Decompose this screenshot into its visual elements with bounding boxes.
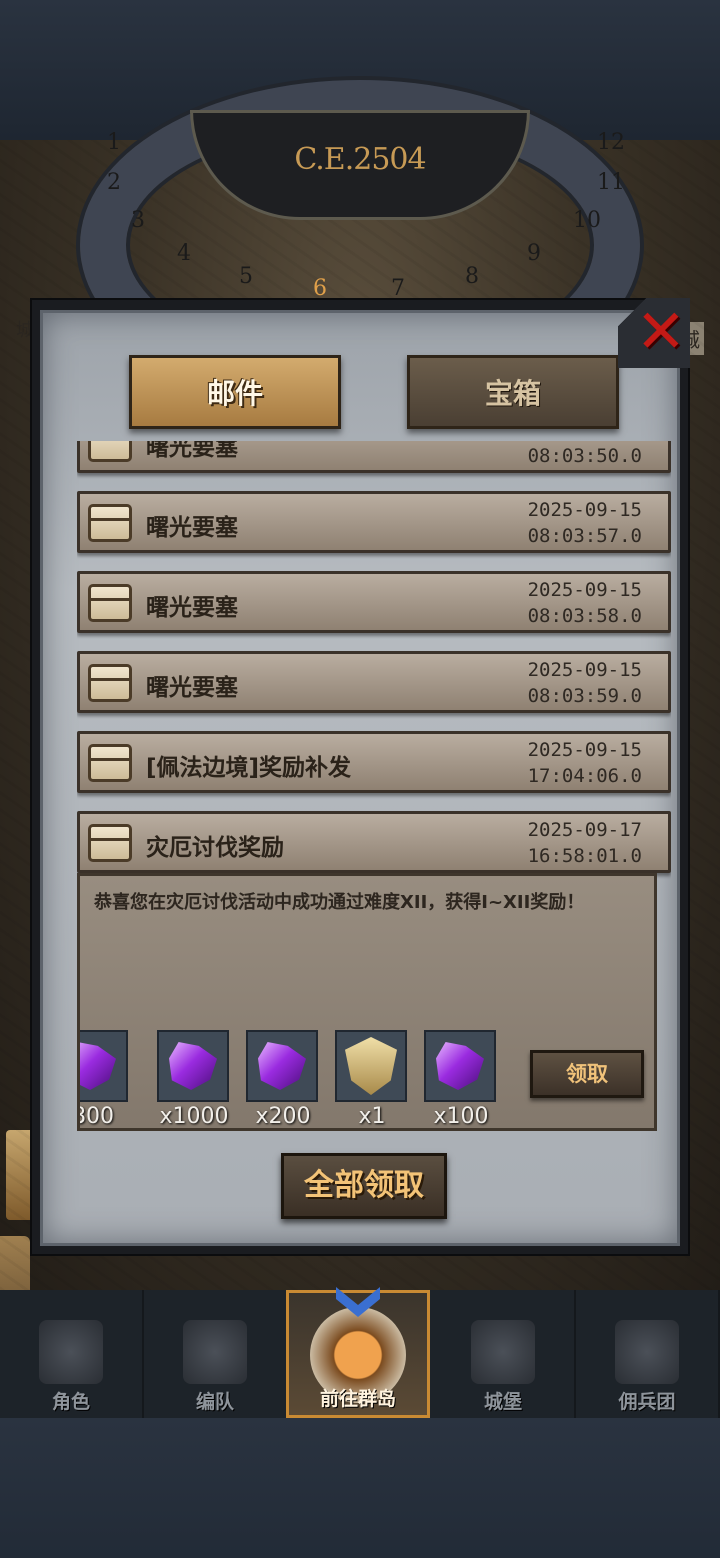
dial-number: 2	[107, 170, 121, 195]
gem-icon	[436, 1042, 484, 1090]
mail-time: 08:03:58.0	[527, 605, 642, 627]
dial-number: 4	[177, 241, 191, 266]
dial-number: 11	[597, 170, 625, 195]
claim-all-button[interactable]: 全部领取	[281, 1153, 447, 1219]
dial-number: 9	[527, 241, 541, 266]
mail-date: 2025-09-15	[527, 499, 642, 521]
mail-dialog-body: 邮件 宝箱 曙光要塞 08:03:50.0 曙光要塞 2025-09-15 08…	[40, 310, 680, 1246]
mail-title: 灾厄讨伐奖励	[146, 835, 284, 861]
nav-label: 佣兵团	[618, 1391, 676, 1413]
mail-date: 2025-09-15	[527, 659, 642, 681]
reward-item[interactable]: x100	[424, 1030, 498, 1128]
dial-number: 10	[573, 208, 601, 233]
reward-item[interactable]: x1	[335, 1030, 409, 1128]
mail-time: 08:03:57.0	[527, 525, 642, 547]
nav-label: 编队	[195, 1391, 234, 1413]
chest-icon	[88, 504, 132, 542]
reward-slot	[157, 1030, 229, 1102]
nav-item-formation[interactable]: 编队	[144, 1290, 288, 1418]
helmet-icon	[183, 1320, 247, 1384]
emblem-icon	[345, 1037, 397, 1095]
mail-list[interactable]: 曙光要塞 08:03:50.0 曙光要塞 2025-09-15 08:03:57…	[77, 441, 671, 879]
reward-slot	[424, 1030, 496, 1102]
mail-date: 2025-09-15	[527, 579, 642, 601]
reward-slot	[80, 1030, 128, 1102]
nav-label: 角色	[51, 1391, 90, 1413]
reward-quantity: x100	[433, 1104, 489, 1128]
chest-icon	[88, 584, 132, 622]
reward-quantity: x200	[255, 1104, 311, 1128]
nav-item-islands[interactable]: 前往群岛	[286, 1287, 430, 1418]
nav-label: 前往群岛	[319, 1388, 396, 1410]
dial-number: 12	[597, 130, 625, 155]
chest-icon	[88, 744, 132, 782]
knight-helmet-icon	[39, 1320, 103, 1384]
reward-slot	[246, 1030, 318, 1102]
banner-icon	[615, 1320, 679, 1384]
chest-icon	[88, 664, 132, 702]
mail-item[interactable]: 曙光要塞 08:03:50.0	[77, 441, 671, 473]
nav-item-mercenary[interactable]: 佣兵团	[576, 1290, 720, 1418]
mail-body-text: 恭喜您在灾厄讨伐活动中成功通过难度XII，获得I~XII奖励！	[94, 892, 585, 913]
nav-item-castle[interactable]: 城堡	[432, 1290, 576, 1418]
close-button[interactable]: ✕	[618, 298, 690, 368]
mail-time: 16:58:01.0	[527, 845, 642, 867]
mail-date: 2025-09-17	[527, 819, 642, 841]
system-nav-area	[0, 1418, 720, 1558]
nav-item-character[interactable]: 角色	[0, 1290, 144, 1418]
dial-number: 5	[239, 264, 253, 289]
dial-number: 1	[107, 130, 121, 155]
castle-icon	[471, 1320, 535, 1384]
mail-dialog: 邮件 宝箱 曙光要塞 08:03:50.0 曙光要塞 2025-09-15 08…	[30, 298, 690, 1256]
claim-button[interactable]: 领取	[530, 1050, 644, 1098]
mail-title: 曙光要塞	[146, 441, 238, 461]
dial-number: 3	[131, 208, 145, 233]
mail-title: 曙光要塞	[146, 595, 238, 621]
bottom-nav: 角色 编队 前往群岛 城堡 佣兵团	[0, 1287, 720, 1418]
mail-item[interactable]: 曙光要塞 2025-09-15 08:03:59.0	[77, 651, 671, 713]
year-label: C.E.2504	[294, 142, 426, 177]
tab-chest[interactable]: 宝箱	[407, 355, 619, 429]
mail-title: 曙光要塞	[146, 515, 238, 541]
nav-label: 城堡	[483, 1391, 522, 1413]
chest-icon	[88, 824, 132, 862]
mail-item-selected[interactable]: 灾厄讨伐奖励 2025-09-17 16:58:01.0	[77, 811, 671, 873]
mail-time: 08:03:50.0	[527, 445, 642, 467]
mail-item[interactable]: 曙光要塞 2025-09-15 08:03:58.0	[77, 571, 671, 633]
reward-slot	[335, 1030, 407, 1102]
mail-time: 08:03:59.0	[527, 685, 642, 707]
mail-time: 17:04:06.0	[527, 765, 642, 787]
chest-icon	[88, 441, 132, 462]
reward-quantity: x1000	[159, 1104, 229, 1128]
mail-title: 曙光要塞	[146, 675, 238, 701]
reward-quantity: x1	[358, 1104, 386, 1128]
mail-item[interactable]: 曙光要塞 2025-09-15 08:03:57.0	[77, 491, 671, 553]
reward-quantity: 800	[80, 1104, 114, 1128]
tab-mail[interactable]: 邮件	[129, 355, 341, 429]
mail-date: 2025-09-15	[527, 739, 642, 761]
gem-icon	[258, 1042, 306, 1090]
close-icon: ✕	[635, 297, 686, 367]
gem-icon	[169, 1042, 217, 1090]
gem-icon	[80, 1042, 116, 1090]
mail-detail-panel: 恭喜您在灾厄讨伐活动中成功通过难度XII，获得I~XII奖励！ 800 x100…	[77, 873, 657, 1131]
reward-item[interactable]: 800	[80, 1030, 130, 1128]
mail-item[interactable]: [佩法边境]奖励补发 2025-09-15 17:04:06.0	[77, 731, 671, 793]
dial-number: 8	[465, 264, 479, 289]
mail-title: [佩法边境]奖励补发	[146, 755, 352, 781]
reward-item[interactable]: x200	[246, 1030, 320, 1128]
reward-item[interactable]: x1000	[157, 1030, 231, 1128]
